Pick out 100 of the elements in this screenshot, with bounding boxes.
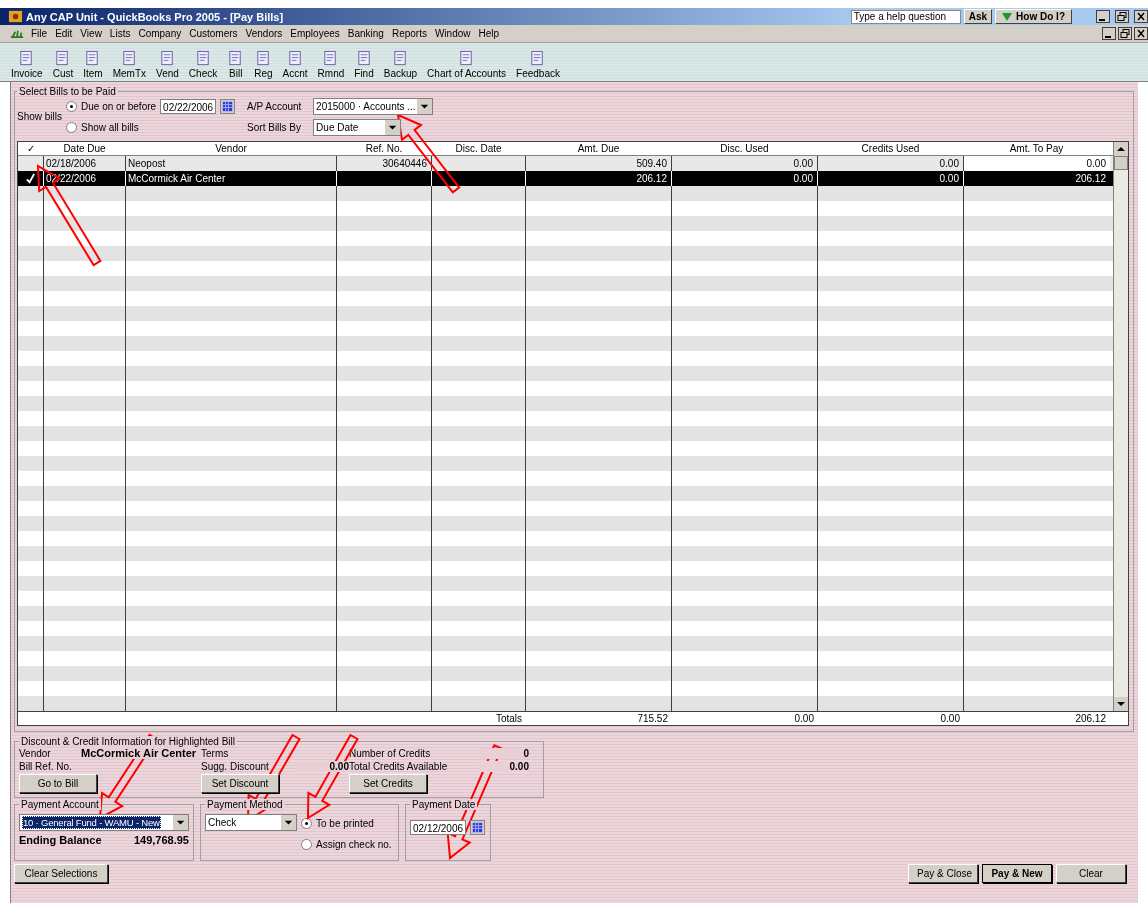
toolbar-button[interactable]: MemTx: [107, 50, 152, 79]
go-to-bill-button[interactable]: Go to Bill: [19, 774, 97, 793]
set-credits-button[interactable]: Set Credits: [349, 774, 427, 793]
toolbar-button[interactable]: Rmnd: [312, 50, 350, 79]
menu-item[interactable]: View: [76, 28, 106, 39]
app-icon: [8, 9, 23, 24]
set-discount-button[interactable]: Set Discount: [201, 774, 279, 793]
plant-icon: [10, 28, 24, 39]
triangle-icon: [1002, 12, 1013, 21]
ending-balance-label: Ending Balance: [19, 834, 102, 846]
menu-item[interactable]: File: [27, 28, 52, 39]
radio-button[interactable]: [66, 122, 78, 133]
scrollbar[interactable]: [1113, 142, 1128, 711]
restore-icon[interactable]: [1115, 10, 1129, 23]
menu-item[interactable]: Reports: [387, 28, 431, 39]
total-amount: 0.00: [939, 712, 961, 725]
terms-label: Terms: [201, 747, 230, 759]
scroll-down-icon[interactable]: [1114, 697, 1128, 711]
totals-label: Totals: [494, 712, 523, 725]
toolbar-button[interactable]: Check: [183, 50, 223, 79]
ap-account-dropdown[interactable]: 2015000 · Accounts ...: [313, 98, 434, 115]
action-button[interactable]: Clear: [1056, 864, 1126, 883]
minimize-icon[interactable]: [1096, 10, 1110, 23]
document-icon: [355, 50, 373, 67]
menu-item[interactable]: Help: [474, 28, 504, 39]
radio-button[interactable]: [66, 101, 78, 112]
clear-selections-button[interactable]: Clear Selections: [14, 864, 108, 883]
radio-button[interactable]: [301, 818, 312, 829]
due-date-field[interactable]: 02/22/2006: [160, 99, 217, 114]
toolbar-button[interactable]: Feedback: [511, 50, 565, 79]
scroll-thumb[interactable]: [1114, 156, 1128, 170]
close-icon[interactable]: [1134, 10, 1148, 23]
credits-count: 0: [479, 747, 529, 759]
toolbar-button[interactable]: Backup: [378, 50, 423, 79]
document-icon: [286, 50, 304, 67]
toolbar-button[interactable]: Item: [78, 50, 108, 79]
sort-dropdown[interactable]: Due Date: [313, 119, 402, 136]
calendar-icon[interactable]: [220, 99, 236, 114]
bill-row[interactable]: 02/18/2006 Neopost 30640446 509.40 0.00 0.00 0.00: [18, 156, 1113, 171]
credits-available-value: 0.00: [479, 761, 529, 772]
sugg-discount-value: 0.00: [297, 761, 349, 772]
toolbar-button[interactable]: Accnt: [277, 50, 313, 79]
menu-item[interactable]: Lists: [105, 28, 135, 39]
restore-icon[interactable]: [1118, 27, 1132, 40]
ask-button[interactable]: Ask: [963, 9, 993, 24]
document-icon: [194, 50, 212, 67]
group-title: Payment Method: [205, 799, 285, 810]
dropdown-icon: [173, 815, 188, 830]
column-header[interactable]: Disc. Date: [432, 142, 526, 155]
credits-available-label: Total Credits Available: [349, 761, 449, 772]
toolbar-button[interactable]: Chart of Accounts: [422, 50, 512, 79]
toolbar-button[interactable]: Invoice: [6, 50, 48, 79]
help-search-field[interactable]: Type a help question: [850, 9, 961, 24]
radio-label: To be printed: [316, 818, 374, 829]
payment-method-dropdown[interactable]: Check: [205, 814, 297, 831]
menu-item[interactable]: Vendors: [241, 28, 287, 39]
toolbar-button[interactable]: Reg: [249, 50, 278, 79]
dropdown-icon: [385, 120, 401, 135]
calendar-icon[interactable]: [470, 820, 485, 835]
radio-button[interactable]: [301, 839, 312, 850]
dropdown-icon: [417, 99, 433, 114]
toolbar-button[interactable]: Cust: [47, 50, 79, 79]
how-do-i-button[interactable]: How Do I?: [995, 9, 1072, 24]
column-header[interactable]: Vendor: [126, 142, 337, 155]
minimize-icon[interactable]: [1102, 27, 1116, 40]
menu-item[interactable]: Window: [430, 28, 475, 39]
menu-item[interactable]: Customers: [185, 28, 242, 39]
bill-ref-label: Bill Ref. No.: [19, 761, 73, 772]
group-title: Select Bills to be Paid: [18, 86, 117, 97]
dropdown-icon: [281, 815, 296, 830]
radio-label: Show all bills: [81, 122, 139, 133]
document-icon: [391, 50, 409, 67]
menu-item[interactable]: Edit: [51, 28, 77, 39]
checkmark-icon[interactable]: [25, 173, 36, 184]
column-header[interactable]: Date Due: [44, 142, 126, 155]
check-column-header[interactable]: ✓: [18, 142, 44, 155]
ending-balance-value: 149,768.95: [133, 834, 189, 846]
column-header[interactable]: Ref. No.: [337, 142, 432, 155]
column-header[interactable]: Amt. To Pay: [964, 142, 1110, 155]
payment-date-field[interactable]: 02/12/2006: [410, 820, 466, 835]
menu-item[interactable]: Banking: [343, 28, 388, 39]
total-amount: 206.12: [1074, 712, 1107, 725]
toolbar-button[interactable]: Bill: [222, 50, 250, 79]
action-button[interactable]: Pay & Close: [908, 864, 978, 883]
menu-item[interactable]: Company: [134, 28, 186, 39]
show-bills-label: Show bills: [17, 111, 63, 122]
window-title: Any CAP Unit - QuickBooks Pro 2005 - [Pay Bills]: [26, 10, 284, 23]
column-header[interactable]: Disc. Used: [672, 142, 818, 155]
column-header[interactable]: Credits Used: [818, 142, 964, 155]
close-icon[interactable]: [1134, 27, 1148, 40]
toolbar-button[interactable]: Find: [349, 50, 379, 79]
toolbar-button[interactable]: Vend: [151, 50, 184, 79]
action-button[interactable]: Pay & New: [982, 864, 1052, 883]
column-header[interactable]: Amt. Due: [526, 142, 672, 155]
menu-item[interactable]: Employees: [286, 28, 344, 39]
payment-account-dropdown[interactable]: 10 · General Fund - WAMU - New: [19, 814, 189, 831]
group-title: Payment Account: [19, 799, 101, 810]
scroll-up-icon[interactable]: [1114, 142, 1128, 156]
group-title: Discount & Credit Information for Highlighted Bill: [19, 736, 237, 747]
radio-label: Assign check no.: [316, 839, 392, 850]
